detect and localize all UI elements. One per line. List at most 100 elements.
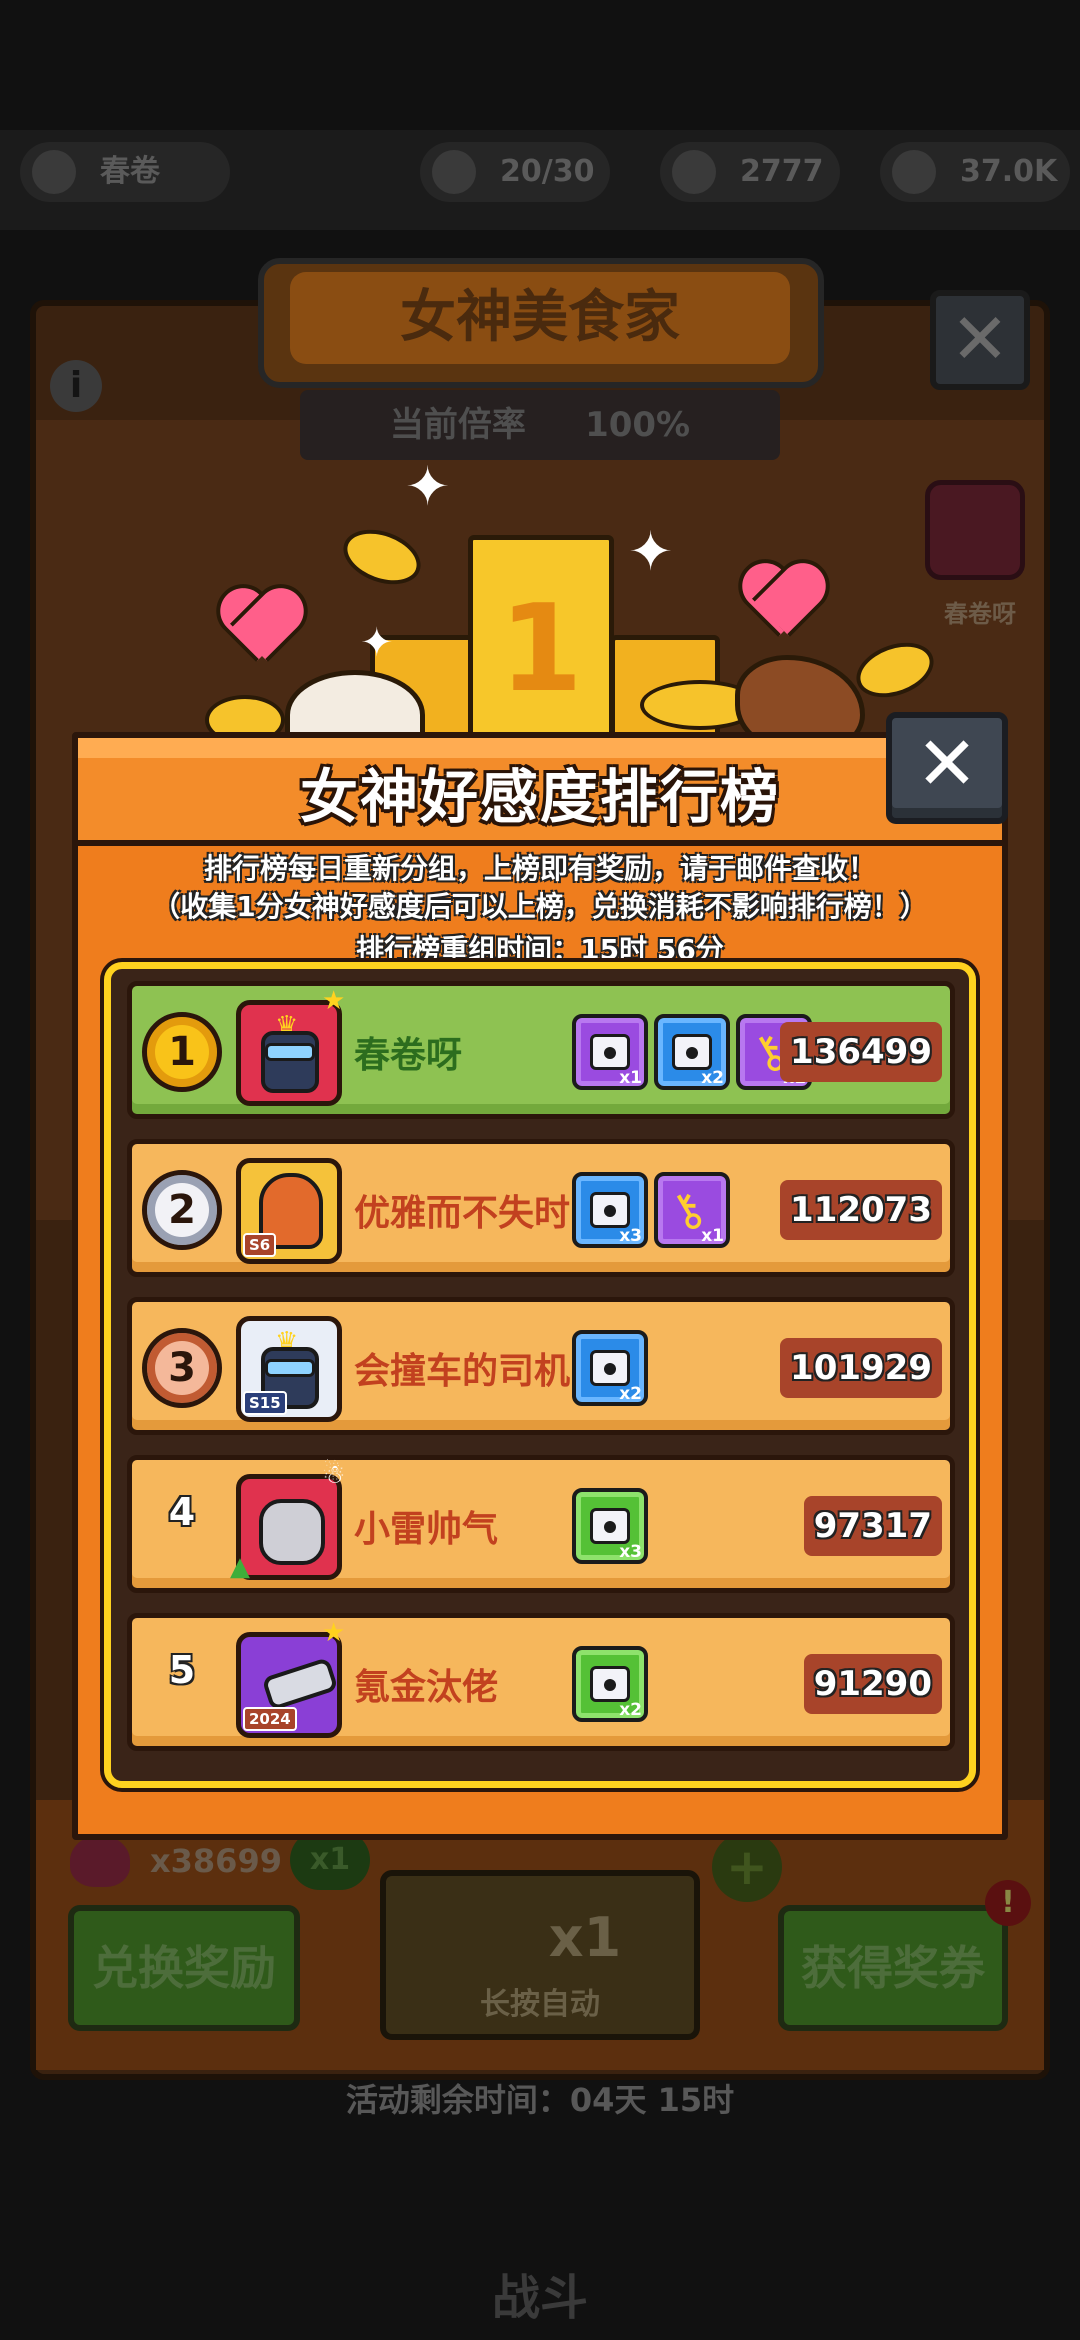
nav-battle-label[interactable]: 战斗	[0, 2258, 1080, 2328]
info-icon[interactable]: i	[50, 360, 102, 412]
snowman-icon: ☃	[322, 1460, 346, 1490]
purple-key-icon[interactable]: ⚷x1	[654, 1172, 730, 1248]
featured-player-name: 春卷呀	[944, 600, 1016, 628]
rank-number: 4	[168, 1490, 196, 1534]
rank-number: 1	[168, 1029, 196, 1075]
event-close-button[interactable]: ✕	[930, 290, 1030, 390]
chest-shape	[590, 1192, 630, 1228]
avatar-cannon	[261, 1657, 337, 1711]
rules-line-2: （收集1分女神好感度后可以上榜，兑换消耗不影响排行榜！）	[152, 890, 928, 923]
leaderboard-row[interactable]: 5 2024 ★ 氪金汰佬 x2 91290	[127, 1613, 955, 1751]
popup-title: 女神好感度排行榜	[299, 763, 780, 831]
heart-icon	[70, 1835, 130, 1887]
player-avatar[interactable]: S6	[236, 1158, 342, 1264]
score-value: 97317	[803, 1496, 942, 1556]
heart-count: x38699	[150, 1842, 282, 1880]
star-icon: ★	[322, 1618, 346, 1648]
chest-shape	[590, 1666, 630, 1702]
star-icon: ★	[322, 986, 346, 1016]
exchange-reward-button[interactable]: 兑换奖励	[68, 1905, 300, 2031]
player-name: 春卷呀	[354, 1035, 463, 1076]
green-chest-icon[interactable]: x3	[572, 1488, 648, 1564]
player-icon	[32, 150, 76, 194]
chest-shape	[590, 1350, 630, 1386]
gem-icon	[892, 150, 936, 194]
silver-medal-icon: 2	[142, 1170, 222, 1250]
blue-chest-icon[interactable]: x2	[654, 1014, 730, 1090]
leaderboard-row[interactable]: 1 ♛ ★ 春卷呀 x1 x2 ⚷x1 136499	[127, 981, 955, 1119]
podium-first: 1	[468, 535, 614, 765]
blue-chest-icon[interactable]: x3	[572, 1172, 648, 1248]
resource-coins: 2777	[660, 142, 840, 202]
purple-chest-icon[interactable]: x1	[572, 1014, 648, 1090]
tree-icon: ▲	[230, 1552, 250, 1582]
leaderboard-popup: 女神好感度排行榜 ✕ 排行榜每日重新分组，上榜即有奖励，请于邮件查收！ （收集1…	[72, 712, 1008, 1840]
player-name: 小雷帅气	[354, 1509, 499, 1550]
rules-line-1: 排行榜每日重新分组，上榜即有奖励，请于邮件查收！	[203, 852, 876, 885]
reward-count: x2	[619, 1700, 642, 1720]
rate-display: 当前倍率 100%	[300, 390, 780, 460]
leaderboard-row[interactable]: 4 ☃ ▲ 小雷帅气 x3 97317	[127, 1455, 955, 1593]
plus-button[interactable]: +	[712, 1832, 782, 1902]
alert-icon: !	[985, 1880, 1031, 1926]
leaderboard-row[interactable]: 2 S6 优雅而不失时 x3 ⚷ x1 112073	[127, 1139, 955, 1277]
avatar-cat	[259, 1499, 325, 1565]
year-badge: 2024	[243, 1707, 297, 1731]
score-value: 91290	[803, 1654, 942, 1714]
rank-number: 2	[168, 1187, 196, 1233]
player-name: 优雅而不失时	[354, 1193, 571, 1234]
avatar-visor	[265, 1359, 315, 1377]
sparkle-icon: ✦	[360, 620, 394, 666]
featured-avatar[interactable]	[925, 480, 1025, 580]
heart-icon	[740, 565, 820, 635]
green-chest-icon[interactable]: x2	[572, 1646, 648, 1722]
player-name: 氪金汰佬	[354, 1667, 499, 1708]
coin-icon	[672, 150, 716, 194]
long-press-label: 长按自动	[480, 1987, 600, 2022]
close-button[interactable]: ✕	[886, 712, 1008, 824]
ticket-count: x1	[548, 1906, 622, 1969]
reward-count: x3	[619, 1542, 642, 1562]
resource-energy-value: 20/30	[500, 154, 595, 189]
rank-number: 3	[168, 1345, 196, 1391]
score-value: 136499	[780, 1022, 942, 1082]
sparkle-icon: ✦	[405, 455, 451, 518]
get-tickets-button[interactable]: 获得奖券	[778, 1905, 1008, 2031]
reward-count: x1	[701, 1226, 724, 1246]
rules-text: 排行榜每日重新分组，上榜即有奖励，请于邮件查收！ （收集1分女神好感度后可以上榜…	[78, 850, 1002, 972]
player-avatar[interactable]: ♛ S15	[236, 1316, 342, 1422]
draw-button[interactable]: x1 长按自动	[380, 1870, 700, 2040]
reward-count: x3	[619, 1226, 642, 1246]
leaderboard-row[interactable]: 3 ♛ S15 会撞车的司机 x2 101929	[127, 1297, 955, 1435]
rate-label: 当前倍率	[389, 405, 526, 445]
popup-header: 女神好感度排行榜	[78, 738, 1002, 846]
resource-player-label: 春卷	[100, 154, 160, 189]
rate-value: 100%	[585, 405, 691, 445]
heart-icon	[218, 590, 298, 660]
leaderboard-list[interactable]: 1 ♛ ★ 春卷呀 x1 x2 ⚷x1 136499 2 S6 优雅而不失时	[104, 962, 976, 1788]
score-value: 112073	[780, 1180, 942, 1240]
gold-medal-icon: 1	[142, 1012, 222, 1092]
player-name: 会撞车的司机	[354, 1351, 571, 1392]
resource-coins-value: 2777	[740, 154, 824, 189]
reward-count: x1	[619, 1068, 642, 1088]
reward-count: x2	[619, 1384, 642, 1404]
resource-gems: 37.0K	[880, 142, 1070, 202]
podium-number: 1	[499, 580, 583, 719]
rank-number: 5	[168, 1648, 196, 1692]
chest-shape	[590, 1508, 630, 1544]
sparkle-icon: ✦	[628, 520, 674, 583]
score-value: 101929	[780, 1338, 942, 1398]
avatar-visor	[265, 1043, 315, 1061]
chest-shape	[590, 1034, 630, 1070]
event-remaining-time: 活动剩余时间：04天 15时	[345, 2081, 735, 2119]
energy-icon	[432, 150, 476, 194]
avatar-face	[261, 1031, 319, 1093]
resource-energy: 20/30	[420, 142, 610, 202]
season-badge: S15	[243, 1391, 287, 1415]
season-badge: S6	[243, 1233, 277, 1257]
chest-shape	[672, 1034, 712, 1070]
bronze-medal-icon: 3	[142, 1328, 222, 1408]
blue-chest-icon[interactable]: x2	[572, 1330, 648, 1406]
close-icon: ✕	[915, 721, 978, 807]
